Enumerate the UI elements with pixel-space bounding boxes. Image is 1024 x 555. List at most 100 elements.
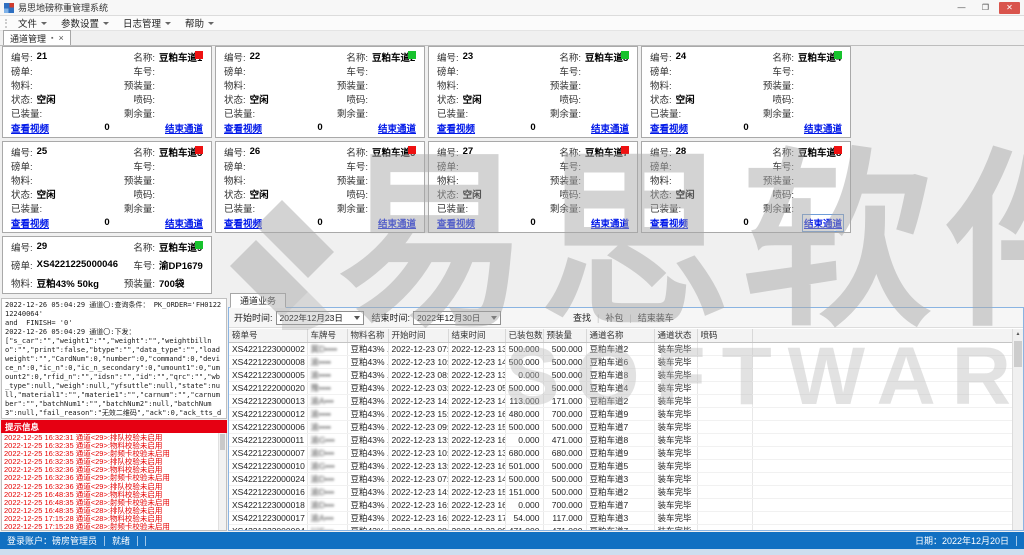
loaded-label: 已装量: <box>224 106 255 120</box>
column-header[interactable]: 预装量 <box>543 329 586 342</box>
name-label: 名称: <box>744 50 794 64</box>
column-header[interactable]: 通道状态 <box>654 329 697 342</box>
preload-label: 预装量: <box>105 276 155 290</box>
cell: 117.000 <box>543 511 586 524</box>
column-header[interactable]: 物料名称 <box>347 329 388 342</box>
panel-field-row: 状态:空闲喷码: <box>650 92 842 105</box>
tab-channel-business[interactable]: 通道业务 <box>230 293 286 308</box>
cell: 川S••• <box>307 524 347 530</box>
menu-logs[interactable]: 日志管理 <box>116 16 178 31</box>
table-row[interactable]: XS4221223000013渝A•••豆粕43% ...2022-12-23 … <box>229 394 1012 407</box>
table-row[interactable]: XS4221223000007渝D•••豆粕43% ...2022-12-23 … <box>229 446 1012 459</box>
name-label: 名称: <box>105 50 155 64</box>
scrollbar-thumb[interactable] <box>220 434 225 450</box>
tab-close-icon[interactable]: × <box>59 33 64 43</box>
preload-label: 预装量: <box>105 78 155 92</box>
channel-panel: 编号:21名称:豆粕车道1磅单:车号:物料:预装量:状态:空闲喷码:已装量:剩余… <box>2 46 212 138</box>
cell: 500.000 <box>543 459 586 472</box>
channel-business-body: 开始时间: 2022年12月23日 结束时间: 2022年12月30日 查找 |… <box>228 307 1024 531</box>
table-scrollbar[interactable]: ▲ <box>1012 329 1023 530</box>
close-button[interactable]: ✕ <box>999 2 1020 14</box>
status-indicator <box>834 51 842 59</box>
table-row[interactable]: XS4221223000010渝G•••豆粕43% ...2022-12-23 … <box>229 459 1012 472</box>
material-label: 物料: <box>650 173 672 187</box>
cell: 豆粕车道8 <box>586 368 654 381</box>
bill-label: 磅单: <box>650 159 672 173</box>
column-header[interactable]: 结束时间 <box>448 329 505 342</box>
tab-channel-management[interactable]: 通道管理 ▪ × <box>3 30 71 45</box>
finish-loading-button[interactable]: 结束装车 <box>632 311 680 324</box>
minimize-button[interactable]: — <box>951 2 972 14</box>
table-row[interactable]: XS4221223000012渝••••豆粕43% ...2022-12-23 … <box>229 407 1012 420</box>
menu-settings[interactable]: 参数设置 <box>54 16 116 31</box>
material-value: 豆粕43% 50kg <box>37 276 99 290</box>
table-row[interactable]: XS4221223000002冀D••••豆粕43% ...2022-12-23… <box>229 342 1012 355</box>
cell: XS4221223000013 <box>229 394 307 407</box>
cell: 豆粕43% ... <box>347 472 388 485</box>
cell: 豆粕43% ... <box>347 394 388 407</box>
menu-file[interactable]: 文件 <box>11 16 54 31</box>
start-date-select[interactable]: 2022年12月23日 <box>276 311 364 325</box>
pin-icon[interactable]: ▪ <box>51 35 53 42</box>
channel-panel: 编号:29名称:豆粕车道9磅单:XS4221225000046车号:渝DP167… <box>2 236 212 294</box>
table-row[interactable]: XS4221223000016渝D•••豆粕43% ...2022-12-23 … <box>229 485 1012 498</box>
status-label: 状态: <box>650 92 672 106</box>
column-header[interactable]: 已装包数 <box>505 329 543 342</box>
table-row[interactable]: XS4221223000006渝••••豆粕43% ...2022-12-23 … <box>229 420 1012 433</box>
scroll-up-icon[interactable]: ▲ <box>1013 329 1023 340</box>
cell <box>697 407 752 420</box>
scrollbar-thumb[interactable] <box>1014 341 1022 367</box>
cell: 豆粕43% ... <box>347 381 388 394</box>
bill-label: 磅单: <box>437 64 459 78</box>
search-button[interactable]: 查找 <box>567 311 597 324</box>
cell <box>697 368 752 381</box>
truck-label: 车号: <box>318 64 368 78</box>
truck-label: 车号: <box>531 159 581 173</box>
table-row[interactable]: XS4221222000024渝D•••豆粕43% ...2022-12-23 … <box>229 472 1012 485</box>
cell <box>697 433 752 446</box>
refill-pack-button[interactable]: 补包 <box>599 311 629 324</box>
cell: 豆粕车道7 <box>586 498 654 511</box>
cell: 700.000 <box>543 407 586 420</box>
panel-links-row: 查看视频0结束通道 <box>650 121 842 134</box>
cell: 豆粕车道7 <box>586 420 654 433</box>
cell: 豆粕车道9 <box>586 407 654 420</box>
cell: 500.000 <box>505 472 543 485</box>
column-header[interactable]: 通道名称 <box>586 329 654 342</box>
remaining-label: 剩余量: <box>105 201 155 215</box>
remaining-label: 剩余量: <box>531 201 581 215</box>
cell: 装车完毕 <box>654 459 697 472</box>
cell: 2022-12-23 16:36... <box>448 407 505 420</box>
table-row[interactable]: XS4221223000008渝••••豆粕43% ...2022-12-23 … <box>229 355 1012 368</box>
restore-button[interactable]: ❐ <box>975 2 996 14</box>
end-date-select[interactable]: 2022年12月30日 <box>413 311 501 325</box>
cell: 装车完毕 <box>654 342 697 355</box>
cell-filler <box>752 394 1012 407</box>
column-header[interactable]: 喷码 <box>697 329 752 342</box>
column-header[interactable]: 磅单号 <box>229 329 307 342</box>
menu-help[interactable]: 帮助 <box>178 16 221 31</box>
table-row[interactable]: XS4221223000004川S•••豆粕43% ...2022-12-23 … <box>229 524 1012 530</box>
alert-scrollbar[interactable] <box>218 433 226 530</box>
cell: XS4221222000020 <box>229 381 307 394</box>
panel-field-row: 状态:空闲喷码: <box>224 92 416 105</box>
cell <box>697 498 752 511</box>
cell: 装车完毕 <box>654 381 697 394</box>
column-header[interactable]: 开始时间 <box>388 329 448 342</box>
spray-label: 喷码: <box>105 187 155 201</box>
table-row[interactable]: XS4221223000017渝A•••豆粕43% ...2022-12-23 … <box>229 511 1012 524</box>
truck-label: 车号: <box>105 159 155 173</box>
table-row[interactable]: XS4221223000018渝D•••豆粕43% ...2022-12-23 … <box>229 498 1012 511</box>
panel-field-row: 磅单:车号: <box>224 64 416 77</box>
status-value: 空闲 <box>250 187 269 201</box>
column-header[interactable]: 车牌号 <box>307 329 347 342</box>
remaining-label: 剩余量: <box>105 106 155 120</box>
table-row[interactable]: XS4221223000011渝G•••豆粕43% ...2022-12-23 … <box>229 433 1012 446</box>
table-row[interactable]: XS4221223000005渝••••豆粕43% ...2022-12-23 … <box>229 368 1012 381</box>
table-row[interactable]: XS4221222000020豫••••豆粕43% ...2022-12-23 … <box>229 381 1012 394</box>
bill-label: 磅单: <box>224 159 246 173</box>
spray-label: 喷码: <box>531 187 581 201</box>
cell: 471.000 <box>543 433 586 446</box>
business-table: 磅单号车牌号物料名称开始时间结束时间已装包数预装量通道名称通道状态喷码XS422… <box>229 329 1012 530</box>
status-label: 状态: <box>11 294 33 295</box>
